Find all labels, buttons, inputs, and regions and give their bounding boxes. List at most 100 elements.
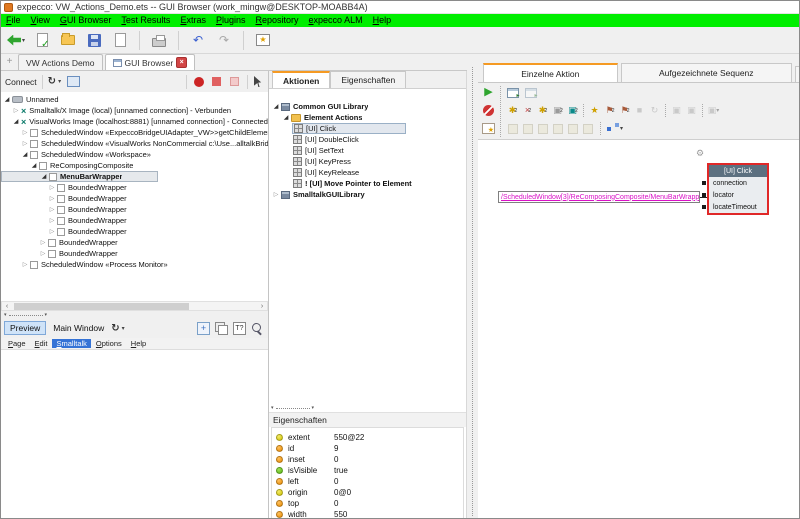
tree-item[interactable]: ◢ReComposingComposite [1,160,268,171]
locator-value-box[interactable]: /ScheduledWindow[3]/ReComposingComposite… [498,191,700,203]
menu-view[interactable]: View [26,14,55,27]
tree-item[interactable]: ▷BoundedWrapper [1,182,268,193]
tree-item-selected[interactable]: ◢MenuBarWrapper [1,171,158,182]
tree-item[interactable]: [UI] KeyRelease [269,167,466,178]
property-row[interactable]: top0 [276,498,461,509]
pin-connection[interactable]: connection [709,177,767,189]
preview-menu-help[interactable]: Help [127,339,150,348]
menu-file[interactable]: File [1,14,26,27]
expander-icon[interactable]: ▷ [21,140,29,147]
tree-item[interactable]: ◢ScheduledWindow «Workspace» [1,149,268,160]
property-row[interactable]: isVisibletrue [276,465,461,476]
element-checkbox[interactable] [30,151,38,159]
save-button[interactable] [83,30,105,51]
tree-item[interactable]: ▷ScheduledWindow «ExpeccoBridgeUIAdapter… [1,127,268,138]
menu-help[interactable]: Help [368,14,397,27]
element-checkbox[interactable] [57,195,65,203]
open-button[interactable] [57,30,79,51]
expander-icon[interactable]: ▷ [48,195,56,202]
tree-item[interactable]: [UI] KeyPress [269,156,466,167]
pin-icon[interactable] [702,181,706,185]
expander-icon[interactable]: ▷ [48,217,56,224]
pause-icon[interactable] [230,77,239,86]
expander-icon[interactable]: ◢ [12,118,20,125]
save-variant-button[interactable] [565,121,580,136]
expander-icon[interactable]: ▷ [21,261,29,268]
pick-element-icon[interactable] [254,76,263,87]
preview-menu-options[interactable]: Options [92,339,126,348]
new-document-button[interactable] [109,30,131,51]
preview-refresh-icon[interactable]: ↻ [111,323,119,334]
menu-plugins[interactable]: Plugins [211,14,251,27]
tree-item[interactable]: ▷BoundedWrapper [1,237,268,248]
add-block-button[interactable]: ▣ [565,103,580,118]
tree-item[interactable]: ▷SmalltalkGUILibrary [269,189,466,200]
tab-gui-browser[interactable]: GUI Browser × [105,54,196,70]
tree-item[interactable]: ! [UI] Move Pointer to Element [269,178,466,189]
element-checkbox[interactable] [30,129,38,137]
tree-item[interactable]: [UI] DoubleClick [269,134,466,145]
save-check-button[interactable]: ✓ [31,30,53,51]
unlink-button[interactable]: ▣ [684,103,699,118]
redo-button[interactable]: ↷ [213,30,235,51]
gear-icon[interactable]: ⚙ [696,149,704,158]
property-row[interactable]: inset0 [276,454,461,465]
set-flag-button[interactable]: ⚑ [602,103,617,118]
expander-icon[interactable]: ▷ [272,191,280,198]
element-checkbox[interactable] [49,173,57,181]
scrollbar-thumb[interactable] [14,303,189,310]
preview-refresh-dropdown-icon[interactable]: ▾ [122,325,125,332]
property-row[interactable]: origin0@0 [276,487,461,498]
text-info-icon[interactable]: T? [233,322,246,335]
connect-button[interactable]: Connect [5,77,37,87]
action-canvas[interactable]: ⚙ /ScheduledWindow[3]/ReComposingComposi… [478,140,800,519]
run-action-button[interactable]: ▶ [481,85,496,100]
tree-item[interactable]: ◢Common GUI Library [269,101,466,112]
expander-icon[interactable]: ▷ [21,129,29,136]
tree-item[interactable]: ▷BoundedWrapper [1,204,268,215]
scroll-right-icon[interactable]: › [257,303,267,310]
element-checkbox[interactable] [39,162,47,170]
pin-locate-timeout[interactable]: locateTimeout [709,201,767,213]
tree-item[interactable]: ▷BoundedWrapper [1,248,268,259]
expander-icon[interactable]: ◢ [3,96,11,103]
menu-repository[interactable]: Repository [251,14,304,27]
pause-sequence-button[interactable]: ■ [632,103,647,118]
tree-item[interactable]: [UI] SetText [269,145,466,156]
save-variant-button[interactable] [535,121,550,136]
element-checkbox[interactable] [48,250,56,258]
property-row[interactable]: id9 [276,443,461,454]
add-tab-button[interactable]: + [3,55,16,68]
expander-icon[interactable]: ◢ [272,103,280,110]
back-button[interactable]: ▾ [5,30,27,51]
tree-item[interactable]: ▷BoundedWrapper [1,226,268,237]
vertical-splitter[interactable] [467,63,478,519]
horizontal-scrollbar[interactable]: ‹ › [1,301,268,311]
tree-item[interactable]: ◢Element Actions [269,112,466,123]
reload-window-button[interactable]: ★ [481,121,496,136]
tab-eigenschaften[interactable]: Eigenschaften [330,71,406,88]
menu-gui-browser[interactable]: GUI Browser [55,14,117,27]
undo-button[interactable]: ↶ [187,30,209,51]
element-checkbox[interactable] [30,261,38,269]
refresh-dropdown-icon[interactable]: ▾ [58,78,61,85]
menu-expecco-alm[interactable]: expecco ALM [304,14,368,27]
save-variant-button[interactable] [505,121,520,136]
expander-icon[interactable]: ◢ [282,114,290,121]
remove-breakpoint-button[interactable]: × [520,103,535,118]
menu-test-results[interactable]: Test Results [116,14,175,27]
expander-icon[interactable]: ◢ [21,151,29,158]
expander-icon[interactable]: ◢ [30,162,38,169]
new-action-button[interactable]: ★ [587,103,602,118]
breakpoint-button[interactable] [481,103,496,118]
snapshot-icon[interactable] [67,76,80,87]
splitter-handle[interactable]: ▾ ▾ [271,405,381,411]
element-checkbox[interactable] [57,206,65,214]
refresh-icon[interactable]: ↻ [48,76,56,87]
record-options-button[interactable]: ▣▾ [706,103,721,118]
magnifier-icon[interactable] [251,322,264,335]
save-variant-button[interactable] [520,121,535,136]
save-variant-button[interactable] [550,121,565,136]
layers-icon[interactable] [215,322,228,335]
element-checkbox[interactable] [57,228,65,236]
